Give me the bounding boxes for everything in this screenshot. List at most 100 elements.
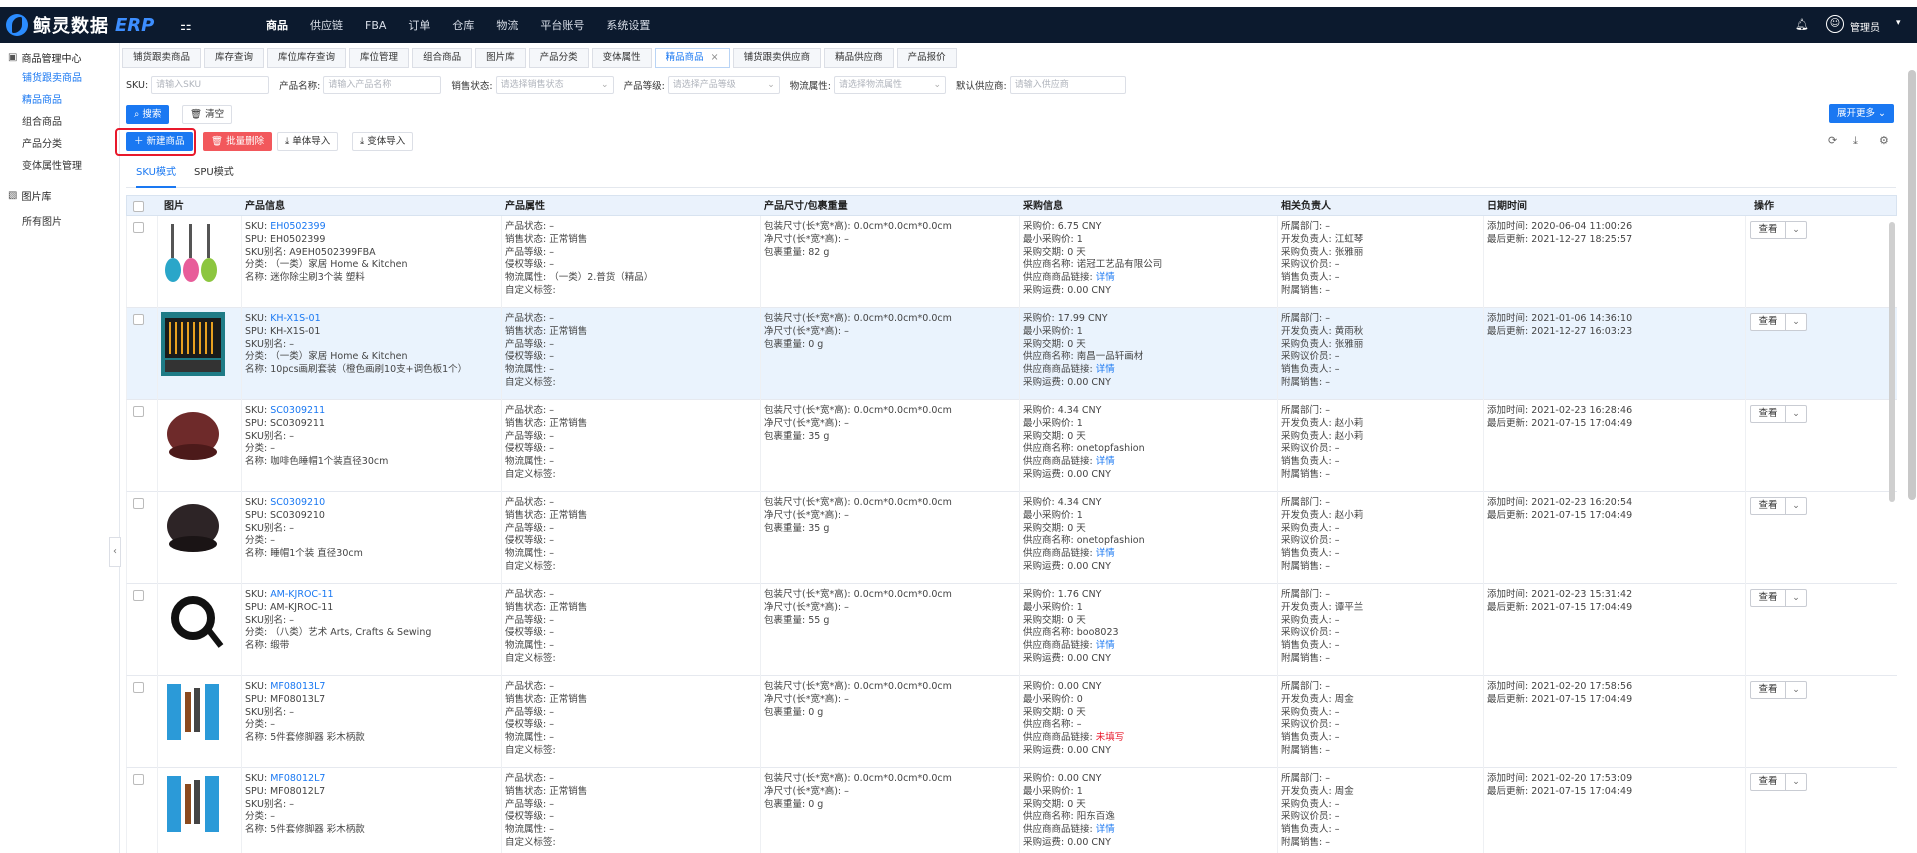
product-info-value[interactable]: KH-X1S-01 <box>270 313 320 324</box>
page-tab[interactable]: 库存查询 <box>204 48 265 68</box>
default-supplier-input[interactable]: 请输入供应商 <box>1009 76 1126 94</box>
product-thumbnail[interactable] <box>161 404 225 468</box>
chevron-down-icon[interactable]: ⌄ <box>1785 773 1807 791</box>
page-tab[interactable]: 铺货跟卖供应商 <box>732 48 822 68</box>
row-checkbox[interactable] <box>133 774 144 785</box>
app-logo[interactable]: 鲸灵数据 ERP <box>6 13 154 37</box>
view-button[interactable]: 查看 <box>1750 589 1786 607</box>
view-button[interactable]: 查看 <box>1750 773 1786 791</box>
nav-item[interactable]: 仓库 <box>452 17 474 33</box>
product-thumbnail[interactable] <box>161 588 225 652</box>
product-thumbnail[interactable] <box>161 220 225 284</box>
purchase-info-value[interactable]: 详情 <box>1096 824 1115 835</box>
sidebar-item[interactable]: 精品商品 <box>0 90 119 112</box>
product-info-value[interactable]: SC0309211 <box>270 405 325 416</box>
page-tab[interactable]: 精品供应商 <box>824 48 894 68</box>
row-checkbox[interactable] <box>133 682 144 693</box>
sidebar-collapse-icon[interactable]: ‹ <box>109 537 121 567</box>
product-thumbnail[interactable] <box>161 496 225 560</box>
row-checkbox[interactable] <box>133 222 144 233</box>
product-thumbnail[interactable] <box>161 312 225 376</box>
view-button[interactable]: 查看 <box>1750 405 1786 423</box>
row-checkbox[interactable] <box>133 314 144 325</box>
page-tab[interactable]: 产品报价 <box>896 48 957 68</box>
nav-item[interactable]: 系统设置 <box>606 17 650 33</box>
nav-item[interactable]: 供应链 <box>310 17 343 33</box>
nav-item[interactable]: 物流 <box>496 17 518 33</box>
page-tab[interactable]: 组合商品 <box>412 48 473 68</box>
notification-bell-icon[interactable]: 🔔︎ <box>1795 18 1809 31</box>
product-level-select[interactable]: 请选择产品等级 ⌄ <box>667 76 780 94</box>
tab-sku-mode[interactable]: SKU模式 <box>136 163 176 188</box>
download-icon[interactable]: ⤓ <box>1853 134 1858 148</box>
page-tab[interactable]: 库位库存查询 <box>267 48 347 68</box>
single-import-button[interactable]: ⤓ 单体导入 <box>277 132 339 151</box>
user-avatar-icon[interactable]: ☺ <box>1826 15 1844 33</box>
apps-grid-icon[interactable]: ⚏ <box>180 19 192 34</box>
nav-item[interactable]: 平台账号 <box>540 17 584 33</box>
sidebar-group-image-library[interactable]: ▧ 图片库 <box>0 184 119 206</box>
responsible-value: – <box>1325 221 1330 232</box>
row-checkbox[interactable] <box>133 406 144 417</box>
page-tab[interactable]: 图片库 <box>475 48 526 68</box>
nav-item[interactable]: FBA <box>365 19 386 32</box>
sales-status-select[interactable]: 请选择销售状态 ⌄ <box>495 76 614 94</box>
purchase-info-value[interactable]: 未填写 <box>1096 732 1125 743</box>
nav-item[interactable]: 订单 <box>408 17 430 33</box>
sku-input[interactable]: 请输入SKU <box>151 76 270 94</box>
chevron-down-icon[interactable]: ⌄ <box>1785 313 1807 331</box>
nav-item[interactable]: 商品 <box>266 17 288 33</box>
select-all-checkbox[interactable] <box>133 201 144 212</box>
product-thumbnail[interactable] <box>161 772 225 836</box>
sidebar-item[interactable]: 铺货跟卖商品 <box>0 68 119 90</box>
view-button[interactable]: 查看 <box>1750 497 1786 515</box>
page-scrollbar[interactable] <box>1908 70 1916 500</box>
close-icon[interactable]: × <box>711 52 719 63</box>
settings-gear-icon[interactable]: ⚙ <box>1879 134 1889 147</box>
product-info-value[interactable]: MF08013L7 <box>270 681 325 692</box>
view-button[interactable]: 查看 <box>1750 681 1786 699</box>
table-scrollbar[interactable] <box>1889 222 1895 502</box>
view-button[interactable]: 查看 <box>1750 221 1786 239</box>
search-button[interactable]: ⌕ 搜索 <box>126 105 170 124</box>
expand-more-button[interactable]: 展开更多 ⌄ <box>1829 104 1894 123</box>
refresh-icon[interactable]: ⟳ <box>1828 134 1837 147</box>
chevron-down-icon[interactable]: ⌄ <box>1785 405 1807 423</box>
product-name-input[interactable]: 请输入产品名称 <box>323 76 442 94</box>
logistics-select[interactable]: 请选择物流属性 ⌄ <box>833 76 946 94</box>
row-checkbox[interactable] <box>133 498 144 509</box>
view-button[interactable]: 查看 <box>1750 313 1786 331</box>
page-tab[interactable]: 产品分类 <box>528 48 589 68</box>
chevron-down-icon[interactable]: ⌄ <box>1785 589 1807 607</box>
row-checkbox[interactable] <box>133 590 144 601</box>
sidebar-item[interactable]: 所有图片 <box>0 212 119 234</box>
product-info-value[interactable]: AM-KJROC-11 <box>270 589 333 600</box>
product-thumbnail[interactable] <box>161 680 225 744</box>
page-tab[interactable]: 库位管理 <box>349 48 410 68</box>
clear-button[interactable]: 🗑︎ 清空 <box>182 105 233 124</box>
chevron-down-icon[interactable]: ⌄ <box>1785 497 1807 515</box>
purchase-info-value[interactable]: 详情 <box>1096 456 1115 467</box>
purchase-info-value[interactable]: 详情 <box>1096 548 1115 559</box>
chevron-down-icon[interactable]: ⌄ <box>1785 681 1807 699</box>
chevron-down-icon[interactable]: ▾ <box>1896 18 1901 28</box>
page-tab[interactable]: 铺货跟卖商品 <box>122 48 202 68</box>
sidebar-item[interactable]: 产品分类 <box>0 134 119 156</box>
user-name[interactable]: 管理员 <box>1850 19 1880 34</box>
page-tab[interactable]: 变体属性 <box>591 48 652 68</box>
purchase-info-value[interactable]: 详情 <box>1096 272 1115 283</box>
batch-delete-button[interactable]: 🗑︎ 批量删除 <box>203 132 273 151</box>
sidebar-group-product-center[interactable]: ▣ 商品管理中心 <box>0 46 119 68</box>
page-tab[interactable]: 精品商品 × <box>654 48 730 68</box>
variant-import-button[interactable]: ⤓ 变体导入 <box>352 132 414 151</box>
purchase-info-value[interactable]: 详情 <box>1096 364 1115 375</box>
new-product-button[interactable]: ＋ 新建商品 <box>126 132 193 151</box>
product-info-value[interactable]: EH0502399 <box>270 221 325 232</box>
product-info-value[interactable]: MF08012L7 <box>270 773 325 784</box>
chevron-down-icon[interactable]: ⌄ <box>1785 221 1807 239</box>
product-info-value[interactable]: SC0309210 <box>270 497 325 508</box>
sidebar-item[interactable]: 变体属性管理 <box>0 156 119 178</box>
tab-spu-mode[interactable]: SPU模式 <box>194 163 234 188</box>
purchase-info-value[interactable]: 详情 <box>1096 640 1115 651</box>
sidebar-item[interactable]: 组合商品 <box>0 112 119 134</box>
